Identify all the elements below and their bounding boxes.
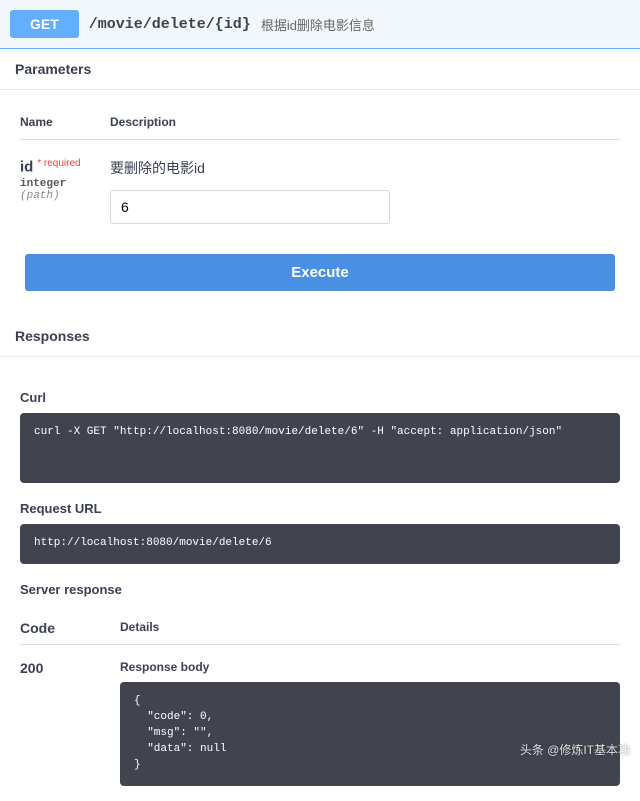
- param-row: id * required integer (path) 要删除的电影id: [20, 140, 620, 224]
- param-in: (path): [20, 190, 110, 202]
- http-method-badge: GET: [10, 10, 79, 38]
- param-type: integer: [20, 178, 110, 190]
- endpoint-header[interactable]: GET /movie/delete/{id} 根据id删除电影信息: [0, 0, 640, 49]
- param-desc-cell: 要删除的电影id: [110, 158, 620, 224]
- parameters-area: Name Description id * required integer (…: [0, 90, 640, 244]
- request-url-label: Request URL: [20, 501, 620, 516]
- execute-wrapper: Execute: [0, 244, 640, 316]
- response-details: Response body { "code": 0, "msg": "", "d…: [120, 660, 620, 786]
- required-indicator: * required: [37, 158, 80, 169]
- column-code: Code: [20, 620, 120, 636]
- column-description: Description: [110, 115, 620, 129]
- responses-header: Responses: [0, 316, 640, 357]
- execute-button[interactable]: Execute: [25, 254, 615, 291]
- response-code: 200: [20, 660, 120, 786]
- server-response-label: Server response: [20, 582, 620, 597]
- curl-label: Curl: [20, 390, 620, 405]
- response-body-block[interactable]: { "code": 0, "msg": "", "data": null }: [120, 682, 620, 786]
- param-value-input[interactable]: [110, 190, 390, 224]
- endpoint-path: /movie/delete/{id}: [89, 16, 251, 33]
- param-description: 要删除的电影id: [110, 158, 620, 178]
- endpoint-summary: 根据id删除电影信息: [261, 15, 375, 34]
- watermark: 头条 @修炼IT基本功: [520, 741, 630, 758]
- parameters-header: Parameters: [0, 49, 640, 90]
- curl-code-block[interactable]: curl -X GET "http://localhost:8080/movie…: [20, 413, 620, 483]
- responses-section: Curl curl -X GET "http://localhost:8080/…: [0, 357, 640, 801]
- param-table-header: Name Description: [20, 105, 620, 140]
- column-name: Name: [20, 115, 110, 129]
- param-name-cell: id * required integer (path): [20, 158, 110, 224]
- request-url-block[interactable]: http://localhost:8080/movie/delete/6: [20, 524, 620, 564]
- column-details: Details: [120, 620, 620, 636]
- response-row: 200 Response body { "code": 0, "msg": ""…: [20, 645, 620, 786]
- response-table-header: Code Details: [20, 612, 620, 645]
- param-name: id: [20, 159, 33, 176]
- response-body-label: Response body: [120, 660, 620, 674]
